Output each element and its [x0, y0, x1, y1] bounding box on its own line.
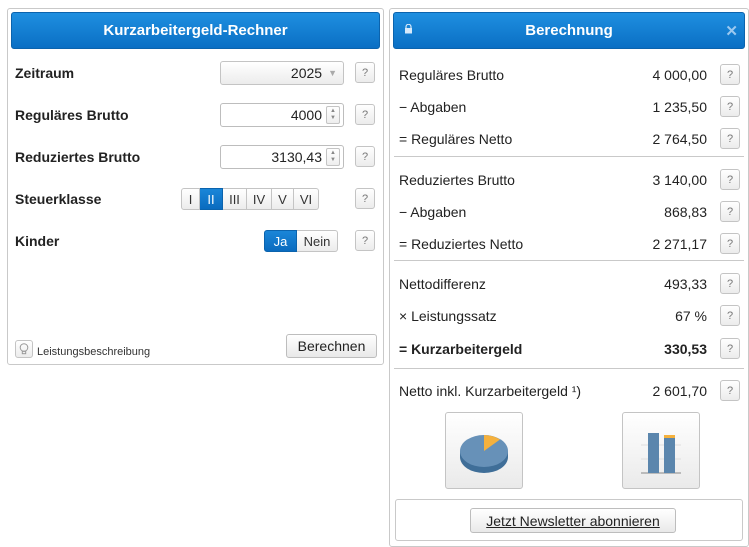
tax-class-option-iii[interactable]: III	[223, 188, 247, 210]
help-icon[interactable]: ?	[355, 146, 375, 167]
lock-glyph	[405, 23, 412, 34]
result-row: − Abgaben 1 235,50 ?	[390, 91, 748, 123]
result-label: − Abgaben	[399, 204, 467, 220]
result-label: − Abgaben	[399, 99, 467, 115]
reduced-gross-value: 3130,43	[271, 149, 322, 165]
close-icon[interactable]: ✕	[725, 22, 738, 40]
calculate-button[interactable]: Berechnen	[286, 334, 377, 358]
help-icon[interactable]: ?	[720, 273, 740, 294]
lock-icon[interactable]	[404, 23, 413, 37]
regular-gross-label: Reguläres Brutto	[15, 107, 129, 123]
regular-gross-value: 4000	[290, 107, 322, 123]
result-value: 3 140,00	[652, 172, 708, 188]
children-option-no[interactable]: Nein	[297, 230, 338, 252]
spinner-icon[interactable]: ▲ ▼	[326, 106, 340, 124]
result-value: 868,83	[664, 204, 707, 220]
result-label: Reguläres Brutto	[399, 67, 505, 83]
reduced-gross-label: Reduziertes Brutto	[15, 149, 141, 165]
period-label: Zeitraum	[15, 65, 75, 81]
result-row: = Reguläres Netto 2 764,50 ?	[390, 123, 748, 155]
help-icon[interactable]: ?	[355, 230, 375, 251]
help-icon[interactable]: ?	[720, 169, 740, 190]
result-value: 493,33	[664, 276, 707, 292]
result-label: × Leistungssatz	[399, 308, 497, 324]
children-toggle: Ja Nein	[264, 230, 338, 252]
help-icon[interactable]: ?	[720, 64, 740, 85]
lightbulb-glyph	[19, 343, 29, 355]
tax-class-option-vi[interactable]: VI	[294, 188, 319, 210]
regular-gross-row: Reguläres Brutto 4000 ▲ ▼ ?	[8, 101, 383, 131]
children-option-yes[interactable]: Ja	[264, 230, 297, 252]
result-value: 67 %	[675, 308, 707, 324]
result-label: = Reduziertes Netto	[399, 236, 524, 252]
result-row: Nettodifferenz 493,33 ?	[390, 268, 748, 300]
result-value: 4 000,00	[652, 67, 708, 83]
result-value: 330,53	[664, 341, 707, 357]
help-icon[interactable]: ?	[720, 305, 740, 326]
reduced-gross-input[interactable]: 3130,43 ▲ ▼	[220, 145, 344, 169]
result-row: = Reduziertes Netto 2 271,17 ?	[390, 228, 748, 260]
result-value: 2 601,70	[652, 383, 708, 399]
result-row: Netto inkl. Kurzarbeitergeld ¹) 2 601,70…	[390, 375, 748, 407]
help-icon[interactable]: ?	[355, 62, 375, 83]
info-link-label[interactable]: Leistungsbeschreibung	[37, 346, 150, 358]
divider	[394, 156, 744, 157]
newsletter-box: Jetzt Newsletter abonnieren	[395, 499, 743, 541]
calculator-title: Kurzarbeitergeld-Rechner	[103, 22, 288, 39]
help-icon[interactable]: ?	[720, 96, 740, 117]
divider	[394, 260, 744, 261]
pie-chart-button[interactable]	[445, 412, 523, 489]
newsletter-button[interactable]: Jetzt Newsletter abonnieren	[470, 508, 676, 533]
tax-class-option-i[interactable]: I	[181, 188, 200, 210]
result-row: × Leistungssatz 67 % ?	[390, 300, 748, 332]
help-icon[interactable]: ?	[720, 338, 740, 359]
calculator-panel: Kurzarbeitergeld-Rechner Zeitraum 2025 ▼…	[7, 8, 384, 365]
help-icon[interactable]: ?	[720, 128, 740, 149]
result-row-total: = Kurzarbeitergeld 330,53 ?	[390, 333, 748, 365]
tax-class-option-iv[interactable]: IV	[247, 188, 272, 210]
help-icon[interactable]: ?	[355, 104, 375, 125]
help-icon[interactable]: ?	[720, 233, 740, 254]
result-value: 2 271,17	[652, 236, 708, 252]
result-row: Reduziertes Brutto 3 140,00 ?	[390, 164, 748, 196]
result-header: Berechnung ✕	[393, 12, 745, 49]
result-label: Nettodifferenz	[399, 276, 486, 292]
divider	[394, 368, 744, 369]
tax-class-option-ii[interactable]: II	[200, 188, 223, 210]
result-value: 2 764,50	[652, 131, 708, 147]
result-label: Netto inkl. Kurzarbeitergeld ¹)	[399, 383, 582, 399]
tax-class-selector: I II III IV V VI	[181, 188, 319, 210]
result-panel: Berechnung ✕ Reguläres Brutto 4 000,00 ?…	[389, 8, 749, 547]
result-label: = Reguläres Netto	[399, 131, 513, 147]
children-row: Kinder Ja Nein ?	[8, 227, 383, 257]
period-value: 2025	[290, 65, 323, 81]
tax-class-label: Steuerklasse	[15, 191, 102, 207]
result-label: = Kurzarbeitergeld	[399, 341, 523, 357]
result-value: 1 235,50	[652, 99, 708, 115]
tax-class-row: Steuerklasse I II III IV V VI ?	[8, 185, 383, 215]
bar-chart-button[interactable]	[622, 412, 700, 489]
result-row: − Abgaben 868,83 ?	[390, 196, 748, 228]
period-row: Zeitraum 2025 ▼ ?	[8, 59, 383, 89]
info-link[interactable]: Leistungsbeschreibung	[15, 340, 150, 358]
help-icon[interactable]: ?	[355, 188, 375, 209]
help-icon[interactable]: ?	[720, 380, 740, 401]
spinner-icon[interactable]: ▲ ▼	[326, 148, 340, 166]
result-title: Berechnung	[525, 22, 613, 39]
result-row: Reguläres Brutto 4 000,00 ?	[390, 59, 748, 91]
help-icon[interactable]: ?	[720, 201, 740, 222]
tax-class-option-v[interactable]: V	[272, 188, 294, 210]
pie-chart-icon	[460, 434, 508, 473]
result-label: Reduziertes Brutto	[399, 172, 515, 188]
bar-chart-icon	[641, 432, 681, 473]
regular-gross-input[interactable]: 4000 ▲ ▼	[220, 103, 344, 127]
calculator-header: Kurzarbeitergeld-Rechner	[11, 12, 380, 49]
lightbulb-icon[interactable]	[15, 340, 33, 358]
reduced-gross-row: Reduziertes Brutto 3130,43 ▲ ▼ ?	[8, 143, 383, 173]
period-select[interactable]: 2025 ▼	[220, 61, 344, 85]
caret-down-icon: ▼	[328, 68, 337, 78]
children-label: Kinder	[15, 233, 60, 249]
